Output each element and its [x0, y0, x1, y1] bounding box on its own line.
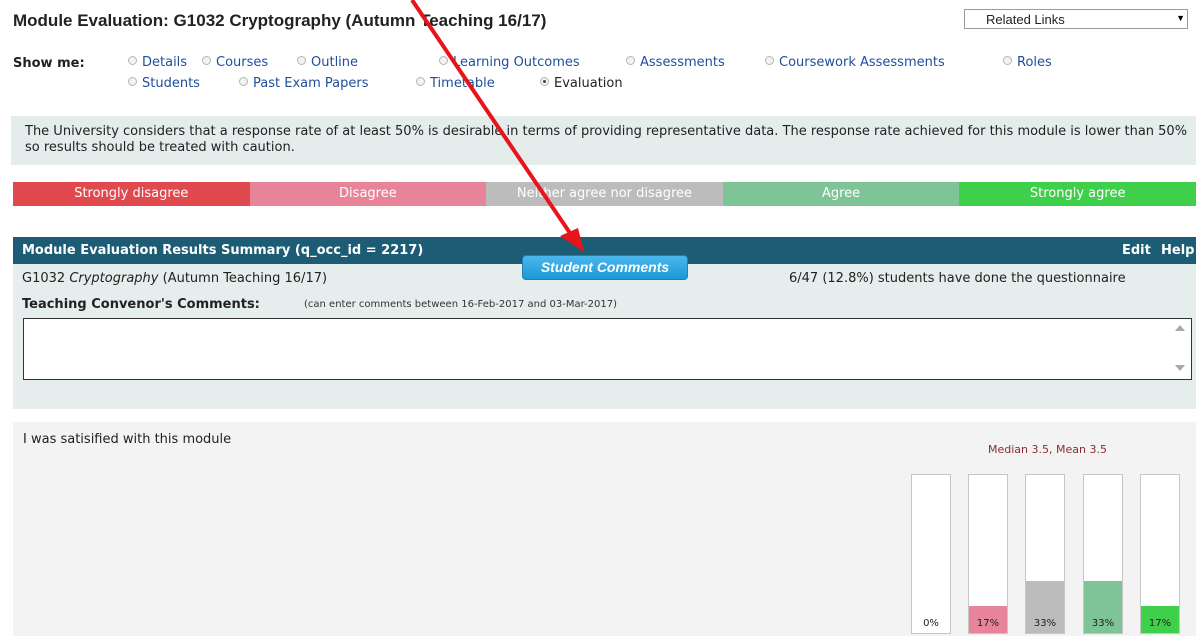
response-bar: 33%: [1083, 474, 1123, 634]
option-past-exam-papers[interactable]: Past Exam Papers: [239, 76, 368, 91]
response-bar: 33%: [1025, 474, 1065, 634]
response-bar: 0%: [911, 474, 951, 634]
response-bar: 17%: [1140, 474, 1180, 634]
show-me-label: Show me:: [13, 56, 85, 71]
help-link[interactable]: Help: [1161, 243, 1194, 258]
option-roles[interactable]: Roles: [1003, 55, 1052, 70]
response-bar-label: 17%: [976, 618, 1000, 629]
radio-icon[interactable]: [128, 56, 137, 65]
response-bar-label: 33%: [1033, 618, 1057, 629]
radio-selected-icon[interactable]: [540, 77, 549, 86]
question-section: I was satisified with this module Median…: [13, 422, 1196, 636]
scale-agree: Agree: [722, 182, 960, 206]
module-term: (Autumn Teaching 16/17): [162, 271, 328, 286]
option-coursework-assessments[interactable]: Coursework Assessments: [765, 55, 945, 70]
radio-icon[interactable]: [626, 56, 635, 65]
response-bar-label: 0%: [923, 618, 939, 629]
response-rate-notice: The University considers that a response…: [11, 116, 1196, 165]
radio-icon[interactable]: [439, 56, 448, 65]
scale-strongly-disagree: Strongly disagree: [13, 182, 250, 206]
option-details[interactable]: Details: [128, 55, 187, 70]
option-courses[interactable]: Courses: [202, 55, 268, 70]
radio-icon[interactable]: [239, 77, 248, 86]
response-bar: 17%: [968, 474, 1008, 634]
radio-icon[interactable]: [416, 77, 425, 86]
question-text: I was satisified with this module: [23, 432, 232, 447]
related-links-select[interactable]: Related Links ▼: [964, 9, 1188, 29]
option-outline[interactable]: Outline: [297, 55, 358, 70]
scroll-up-icon[interactable]: [1175, 325, 1185, 331]
radio-icon[interactable]: [1003, 56, 1012, 65]
option-evaluation[interactable]: Evaluation: [540, 76, 623, 91]
module-code: G1032: [22, 271, 66, 286]
module-name: Cryptography: [69, 271, 159, 286]
radio-icon[interactable]: [765, 56, 774, 65]
option-timetable[interactable]: Timetable: [416, 76, 495, 91]
scale-strongly-agree: Strongly agree: [959, 182, 1196, 206]
option-assessments[interactable]: Assessments: [626, 55, 725, 70]
option-learning-outcomes[interactable]: Learning Outcomes: [439, 55, 580, 70]
panel-title: Module Evaluation Results Summary (q_occ…: [22, 243, 424, 258]
edit-link[interactable]: Edit: [1122, 243, 1151, 258]
student-comments-button[interactable]: Student Comments: [522, 255, 688, 280]
module-info: G1032 Cryptography (Autumn Teaching 16/1…: [22, 271, 327, 286]
scroll-down-icon[interactable]: [1175, 365, 1185, 371]
convenor-comments-label: Teaching Convenor's Comments:: [22, 297, 260, 312]
dropdown-arrow-icon: ▼: [1176, 13, 1185, 23]
results-summary-panel: Module Evaluation Results Summary (q_occ…: [13, 237, 1196, 409]
radio-icon[interactable]: [128, 77, 137, 86]
radio-icon[interactable]: [202, 56, 211, 65]
option-students[interactable]: Students: [128, 76, 200, 91]
likert-scale-legend: Strongly disagree Disagree Neither agree…: [13, 182, 1196, 206]
convenor-comments-textarea[interactable]: [23, 318, 1192, 380]
question-stats: Median 3.5, Mean 3.5: [988, 443, 1107, 456]
response-rate-text: 6/47 (12.8%) students have done the ques…: [789, 271, 1126, 286]
page-title: Module Evaluation: G1032 Cryptography (A…: [13, 11, 547, 30]
response-bar-label: 33%: [1091, 618, 1115, 629]
scale-disagree: Disagree: [249, 182, 487, 206]
response-bar-label: 17%: [1148, 618, 1172, 629]
radio-icon[interactable]: [297, 56, 306, 65]
related-links-value: Related Links: [986, 12, 1065, 27]
scale-neither: Neither agree nor disagree: [486, 182, 723, 206]
convenor-comments-hint: (can enter comments between 16-Feb-2017 …: [304, 299, 618, 310]
